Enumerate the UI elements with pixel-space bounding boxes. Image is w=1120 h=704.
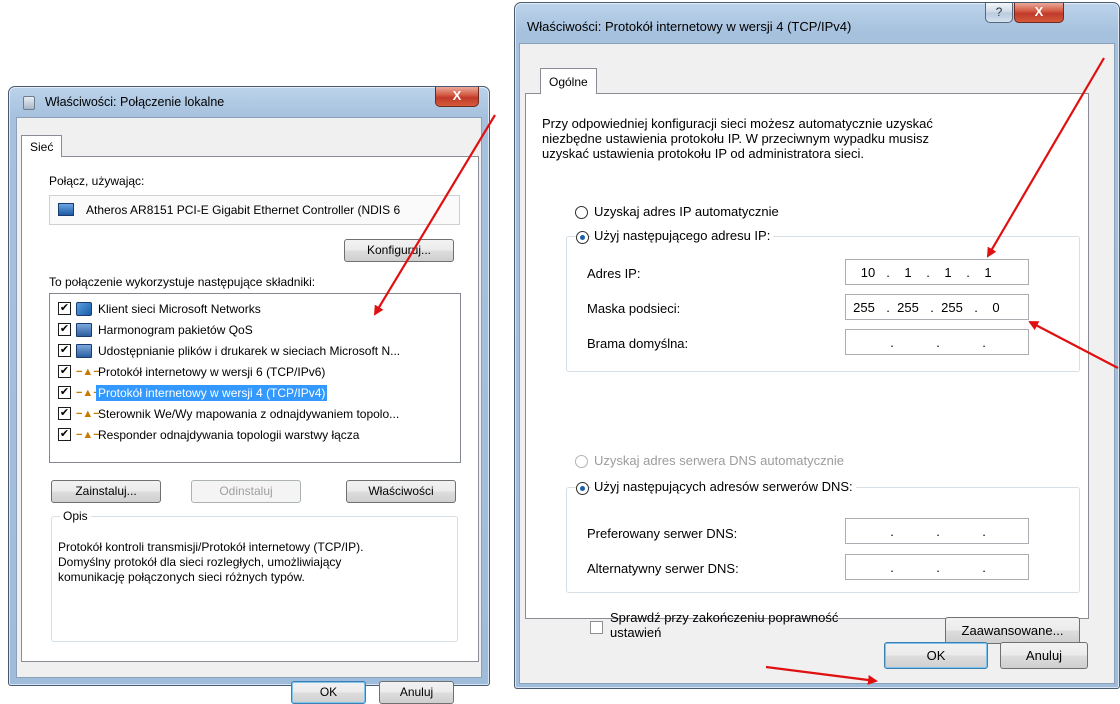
title-bar[interactable]: Właściwości: Połączenie lokalne X bbox=[9, 87, 489, 117]
intro-line-3: uzyskać ustawienia protokołu IP od admin… bbox=[542, 146, 865, 161]
adapter-name: Atheros AR8151 PCI-E Gigabit Ethernet Co… bbox=[86, 203, 401, 217]
install-button[interactable]: Zainstaluj... bbox=[51, 480, 161, 503]
component-item[interactable]: ✔ Harmonogram pakietów QoS bbox=[54, 320, 458, 341]
dialog-body: Ogólne Przy odpowiedniej konfiguracji si… bbox=[519, 43, 1115, 684]
connect-using-label: Połącz, używając: bbox=[49, 174, 145, 188]
intro-line-1: Przy odpowiedniej konfiguracji sieci moż… bbox=[542, 116, 933, 131]
close-button[interactable]: X bbox=[435, 87, 479, 107]
component-checkbox[interactable]: ✔ bbox=[58, 407, 71, 420]
advanced-button[interactable]: Zaawansowane... bbox=[945, 617, 1080, 644]
description-title: Opis bbox=[60, 509, 91, 523]
tab-general[interactable]: Ogólne bbox=[540, 68, 597, 94]
configure-button[interactable]: Konfiguruj... bbox=[344, 239, 454, 262]
network-card-icon bbox=[58, 203, 74, 216]
title-bar[interactable]: Właściwości: Protokół internetowy w wers… bbox=[515, 3, 1119, 43]
subnet-mask-label: Maska podsieci: bbox=[587, 301, 681, 316]
protocol-icon: −▲− bbox=[76, 429, 100, 441]
description-line-3: komunikację połączonych sieci różnych ty… bbox=[58, 570, 305, 584]
alternate-dns-input[interactable]: ... bbox=[845, 554, 1029, 580]
radio-auto-ip-label[interactable]: Uzyskaj adres IP automatycznie bbox=[594, 204, 779, 219]
radio-manual-dns[interactable] bbox=[576, 482, 589, 495]
component-checkbox[interactable]: ✔ bbox=[58, 302, 71, 315]
components-label: To połączenie wykorzystuje następujące s… bbox=[49, 275, 316, 289]
component-item[interactable]: ✔ Klient sieci Microsoft Networks bbox=[54, 299, 458, 320]
ip-address-label: Adres IP: bbox=[587, 266, 641, 281]
mask-octet-2: 255 bbox=[897, 300, 919, 315]
tab-panel: Przy odpowiedniej konfiguracji sieci moż… bbox=[525, 93, 1089, 644]
help-button[interactable]: ? bbox=[985, 3, 1013, 23]
validate-settings-line-1[interactable]: Sprawdź przy zakończeniu poprawność bbox=[610, 610, 838, 625]
component-item[interactable]: ✔ −▲− Protokół internetowy w wersji 6 (TCP… bbox=[54, 362, 458, 383]
network-client-icon bbox=[76, 302, 92, 316]
network-adapter-icon bbox=[23, 96, 35, 110]
component-checkbox[interactable]: ✔ bbox=[58, 428, 71, 441]
component-label: Harmonogram pakietów QoS bbox=[98, 323, 253, 337]
mask-octet-4: 0 bbox=[992, 300, 1000, 315]
component-label: Responder odnajdywania topologii warstwy… bbox=[98, 428, 360, 442]
dialog-title: Właściwości: Połączenie lokalne bbox=[45, 95, 225, 109]
cancel-button[interactable]: Anuluj bbox=[379, 681, 454, 704]
preferred-dns-label: Preferowany serwer DNS: bbox=[587, 526, 738, 541]
mask-octet-1: 255 bbox=[853, 300, 875, 315]
component-label: Protokół internetowy w wersji 6 (TCP/IPv… bbox=[98, 365, 326, 379]
component-label: Klient sieci Microsoft Networks bbox=[98, 302, 261, 316]
radio-manual-ip-label[interactable]: Użyj następującego adresu IP: bbox=[591, 228, 774, 243]
intro-line-2: niezbędne ustawienia protokołu IP. W prz… bbox=[542, 131, 930, 146]
validate-settings-checkbox[interactable] bbox=[590, 621, 603, 634]
ip-address-input[interactable]: 10. 1. 1. 1 bbox=[845, 259, 1029, 285]
close-button[interactable]: X bbox=[1014, 3, 1064, 23]
components-list[interactable]: ✔ Klient sieci Microsoft Networks ✔ Harmono… bbox=[49, 293, 461, 463]
component-item[interactable]: ✔ Udostępnianie plików i drukarek w sieci… bbox=[54, 341, 458, 362]
ip-octet-2: 1 bbox=[904, 265, 912, 280]
dialog-title: Właściwości: Protokół internetowy w wers… bbox=[527, 19, 852, 34]
mask-octet-3: 255 bbox=[941, 300, 963, 315]
component-item[interactable]: ✔ −▲− Sterownik We/Wy mapowania z odnajdyw… bbox=[54, 404, 458, 425]
ipv4-properties-dialog: Właściwości: Protokół internetowy w wers… bbox=[514, 2, 1120, 689]
component-checkbox[interactable]: ✔ bbox=[58, 323, 71, 336]
radio-auto-ip[interactable] bbox=[575, 206, 588, 219]
cancel-button[interactable]: Anuluj bbox=[1000, 642, 1088, 669]
validate-settings-line-2[interactable]: ustawień bbox=[610, 625, 661, 640]
properties-button[interactable]: Właściwości bbox=[346, 480, 456, 503]
preferred-dns-input[interactable]: ... bbox=[845, 518, 1029, 544]
component-checkbox[interactable]: ✔ bbox=[58, 386, 71, 399]
adapter-field: Atheros AR8151 PCI-E Gigabit Ethernet Co… bbox=[49, 195, 460, 225]
description-group: Opis Protokół kontroli transmisji/Protok… bbox=[51, 509, 458, 642]
computer-icon bbox=[76, 323, 92, 337]
component-label: Protokół internetowy w wersji 4 (TCP/IPv… bbox=[96, 385, 328, 401]
gateway-label: Brama domyślna: bbox=[587, 336, 689, 351]
alternate-dns-label: Alternatywny serwer DNS: bbox=[587, 561, 739, 576]
local-connection-properties-dialog: Właściwości: Połączenie lokalne X Sieć P… bbox=[8, 86, 490, 704]
radio-manual-ip[interactable] bbox=[576, 231, 589, 244]
manual-ip-group: Użyj następującego adresu IP: Adres IP: … bbox=[566, 228, 1080, 372]
dialog-body: Sieć Połącz, używając: Atheros AR8151 PC… bbox=[16, 117, 482, 704]
description-line-1: Protokół kontroli transmisji/Protokół in… bbox=[58, 540, 364, 554]
ip-octet-4: 1 bbox=[984, 265, 992, 280]
uninstall-button[interactable]: Odinstaluj bbox=[191, 480, 301, 503]
component-checkbox[interactable]: ✔ bbox=[58, 365, 71, 378]
ip-octet-1: 10 bbox=[860, 265, 876, 280]
ok-button[interactable]: OK bbox=[291, 681, 366, 704]
computer-icon bbox=[76, 344, 92, 358]
description-line-2: Domyślny protokół dla sieci rozległych, … bbox=[58, 555, 342, 569]
component-item[interactable]: ✔ −▲− Protokół internetowy w wersji 4 (TCP… bbox=[54, 383, 458, 404]
component-item[interactable]: ✔ −▲− Responder odnajdywania topologii war… bbox=[54, 425, 458, 446]
manual-dns-group: Użyj następujących adresów serwerów DNS:… bbox=[566, 479, 1080, 593]
ip-octet-3: 1 bbox=[944, 265, 952, 280]
component-label: Sterownik We/Wy mapowania z odnajdywanie… bbox=[98, 407, 400, 421]
radio-auto-dns[interactable] bbox=[575, 455, 588, 468]
radio-auto-dns-label[interactable]: Uzyskaj adres serwera DNS automatycznie bbox=[594, 453, 844, 468]
component-checkbox[interactable]: ✔ bbox=[58, 344, 71, 357]
tab-panel: Połącz, używając: Atheros AR8151 PCI-E G… bbox=[21, 156, 479, 662]
component-label: Udostępnianie plików i drukarek w siecia… bbox=[98, 344, 401, 358]
protocol-icon: −▲− bbox=[76, 408, 100, 420]
protocol-icon: −▲− bbox=[76, 387, 100, 399]
tab-network[interactable]: Sieć bbox=[21, 135, 63, 157]
protocol-icon: −▲− bbox=[76, 366, 100, 378]
radio-manual-dns-label[interactable]: Użyj następujących adresów serwerów DNS: bbox=[591, 479, 856, 494]
subnet-mask-input[interactable]: 255. 255. 255. 0 bbox=[845, 294, 1029, 320]
gateway-input[interactable]: ... bbox=[845, 329, 1029, 355]
ok-button[interactable]: OK bbox=[884, 642, 988, 669]
